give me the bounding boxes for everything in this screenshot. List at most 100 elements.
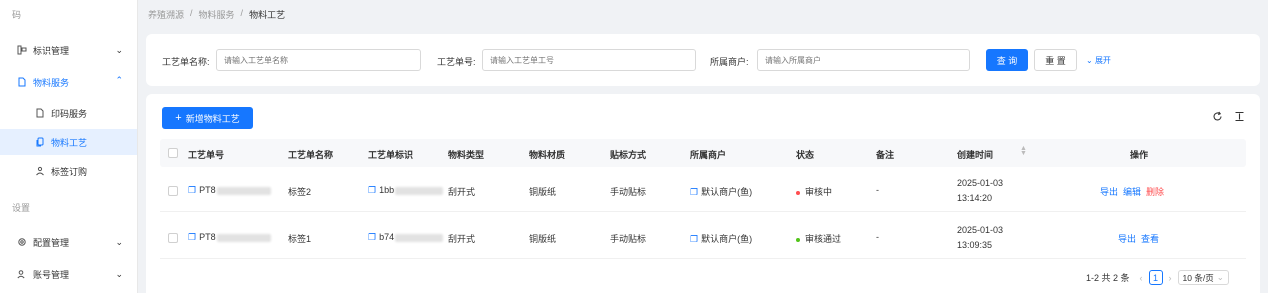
status-cell: 审核中: [796, 185, 832, 198]
copy-icon[interactable]: ❐: [690, 234, 698, 245]
status-cell: 审核通过: [796, 232, 841, 245]
row-checkbox[interactable]: [168, 186, 178, 196]
sidebar-item-material-craft[interactable]: 物料工艺: [0, 129, 137, 155]
export-link[interactable]: 导出: [1100, 187, 1118, 197]
people-icon: [34, 166, 45, 177]
copy-icon[interactable]: ❐: [188, 232, 196, 243]
method-cell: 手动贴标: [610, 234, 647, 244]
delete-link[interactable]: 删除: [1146, 187, 1164, 197]
created-time: 13:14:20: [957, 193, 993, 203]
row-checkbox[interactable]: [168, 233, 178, 243]
edit-link[interactable]: 编辑: [1123, 187, 1141, 197]
reset-button[interactable]: 重 置: [1034, 49, 1077, 71]
table-row: ❐ PT8 标签1 ❐ b74 刮开式 铜版纸 手动贴标 ❐ 默认商户(鱼) 审核通过…: [160, 217, 1246, 259]
view-link[interactable]: 查看: [1141, 234, 1159, 244]
pagination: 1-2 共 2 条 ‹ 1 › 10 条/页 ⌄: [1086, 270, 1229, 285]
breadcrumb-item[interactable]: 物料服务: [199, 8, 235, 21]
craft-no-cell: ❐ PT8: [188, 185, 271, 196]
copy-icon[interactable]: ❐: [368, 185, 376, 196]
sidebar-item-account[interactable]: 账号管理 ⌄: [0, 261, 137, 287]
copy-icon: [34, 137, 45, 148]
add-button-label: 新增物料工艺: [185, 113, 240, 124]
page-number-current[interactable]: 1: [1148, 270, 1163, 285]
copy-icon[interactable]: ❐: [368, 232, 376, 243]
column-height-icon[interactable]: [1234, 111, 1245, 125]
column-header: 工艺单号: [188, 150, 225, 160]
sidebar-item-label: 标识管理: [33, 45, 70, 56]
add-material-craft-button[interactable]: + 新增物料工艺: [162, 107, 253, 129]
expand-link[interactable]: ⌄ 展开: [1086, 55, 1111, 66]
actions-cell: 导出 查看: [1118, 232, 1164, 245]
masked-value: [395, 186, 444, 195]
craft-no-cell: ❐ PT8: [188, 232, 271, 243]
chevron-down-icon: ⌄: [115, 237, 123, 247]
sidebar-item-config[interactable]: 配置管理 ⌄: [0, 229, 137, 255]
craft-no-input[interactable]: [482, 49, 696, 71]
page-size-value: 10 条/页: [1182, 272, 1214, 283]
method-cell: 手动贴标: [610, 187, 647, 197]
sidebar-item-identity[interactable]: 标识管理 ⌄: [0, 37, 137, 63]
export-link[interactable]: 导出: [1118, 234, 1136, 244]
type-cell: 刮开式: [448, 187, 476, 197]
gear-icon: [16, 237, 27, 248]
column-header: 工艺单名称: [288, 150, 334, 160]
tag-icon: [16, 45, 27, 56]
sidebar-item-label: 物料工艺: [51, 137, 88, 148]
craft-no-text: PT8: [199, 232, 216, 242]
sidebar-item-label: 物料服务: [33, 77, 70, 88]
chevron-down-icon: ⌄: [115, 45, 123, 55]
sidebar-item-print-service[interactable]: 印码服务: [0, 100, 137, 126]
masked-value: [216, 186, 271, 195]
merchant-cell: ❐ 默认商户(鱼): [690, 185, 752, 198]
sidebar-item-label: 标签订购: [51, 166, 88, 177]
merchant-label: 所属商户:: [710, 57, 749, 67]
created-date: 2025-01-03: [957, 178, 1004, 188]
table-row: ❐ PT8 标签2 ❐ 1bb 刮开式 铜版纸 手动贴标 ❐ 默认商户(鱼) 审核中 …: [160, 170, 1246, 212]
refresh-icon[interactable]: [1212, 111, 1223, 125]
breadcrumb: 养殖溯源 / 物料服务 / 物料工艺: [148, 8, 285, 21]
file-icon: [34, 108, 45, 119]
sidebar-item-label-order[interactable]: 标签订购: [0, 158, 137, 184]
column-header: 工艺单标识: [368, 150, 414, 160]
craft-ident-text: 1bb: [379, 185, 395, 195]
copy-icon[interactable]: ❐: [188, 185, 196, 196]
column-header: 物料类型: [448, 150, 485, 160]
created-date: 2025-01-03: [957, 225, 1004, 235]
column-header: 状态: [796, 150, 815, 160]
column-header: 物料材质: [529, 150, 566, 160]
craft-name-input[interactable]: [216, 49, 421, 71]
column-header-sortable[interactable]: 创建时间: [957, 148, 993, 161]
sidebar-item-label: 印码服务: [51, 108, 88, 119]
query-button[interactable]: 查 询: [986, 49, 1028, 71]
chevron-up-icon: ⌃: [115, 75, 123, 85]
column-header: 操作: [1130, 150, 1149, 160]
chevron-down-icon: ⌄: [1216, 272, 1224, 282]
remark-cell: -: [876, 185, 879, 195]
table-card: + 新增物料工艺 工艺单号 工艺单名称 工艺单标识 物料类型 物料材质 贴标方式…: [146, 94, 1260, 293]
select-all-checkbox[interactable]: [168, 148, 178, 158]
craft-ident-text: b74: [379, 232, 395, 242]
breadcrumb-separator: /: [240, 8, 244, 18]
sort-icon[interactable]: ▲ ▼: [1020, 145, 1027, 157]
page-size-select[interactable]: 10 条/页 ⌄: [1177, 270, 1229, 285]
status-text: 审核中: [805, 187, 833, 197]
sidebar: 码 标识管理 ⌄ 物料服务 ⌃ 印码服务 物料工艺 标签订购 设置 配置管理 ⌄…: [0, 0, 138, 293]
next-page-icon[interactable]: ›: [1169, 273, 1172, 283]
merchant-input[interactable]: [757, 49, 970, 71]
file-icon: [16, 77, 27, 88]
breadcrumb-item[interactable]: 养殖溯源: [148, 8, 184, 21]
craft-ident-cell: ❐ 1bb: [368, 185, 444, 196]
prev-page-icon[interactable]: ‹: [1140, 273, 1143, 283]
search-form: 工艺单名称: 工艺单号: 所属商户: 查 询 重 置 ⌄ 展开: [146, 34, 1260, 86]
craft-no-text: PT8: [199, 185, 216, 195]
user-icon: [16, 269, 27, 280]
sidebar-item-material-service[interactable]: 物料服务 ⌃: [0, 69, 137, 95]
status-dot: [796, 190, 800, 195]
plus-icon: +: [175, 112, 182, 124]
copy-icon[interactable]: ❐: [690, 187, 698, 198]
masked-value: [395, 233, 444, 242]
created-time: 13:09:35: [957, 240, 993, 250]
merchant-text: 默认商户(鱼): [701, 187, 753, 197]
material-cell: 铜版纸: [529, 187, 557, 197]
masked-value: [216, 233, 271, 242]
